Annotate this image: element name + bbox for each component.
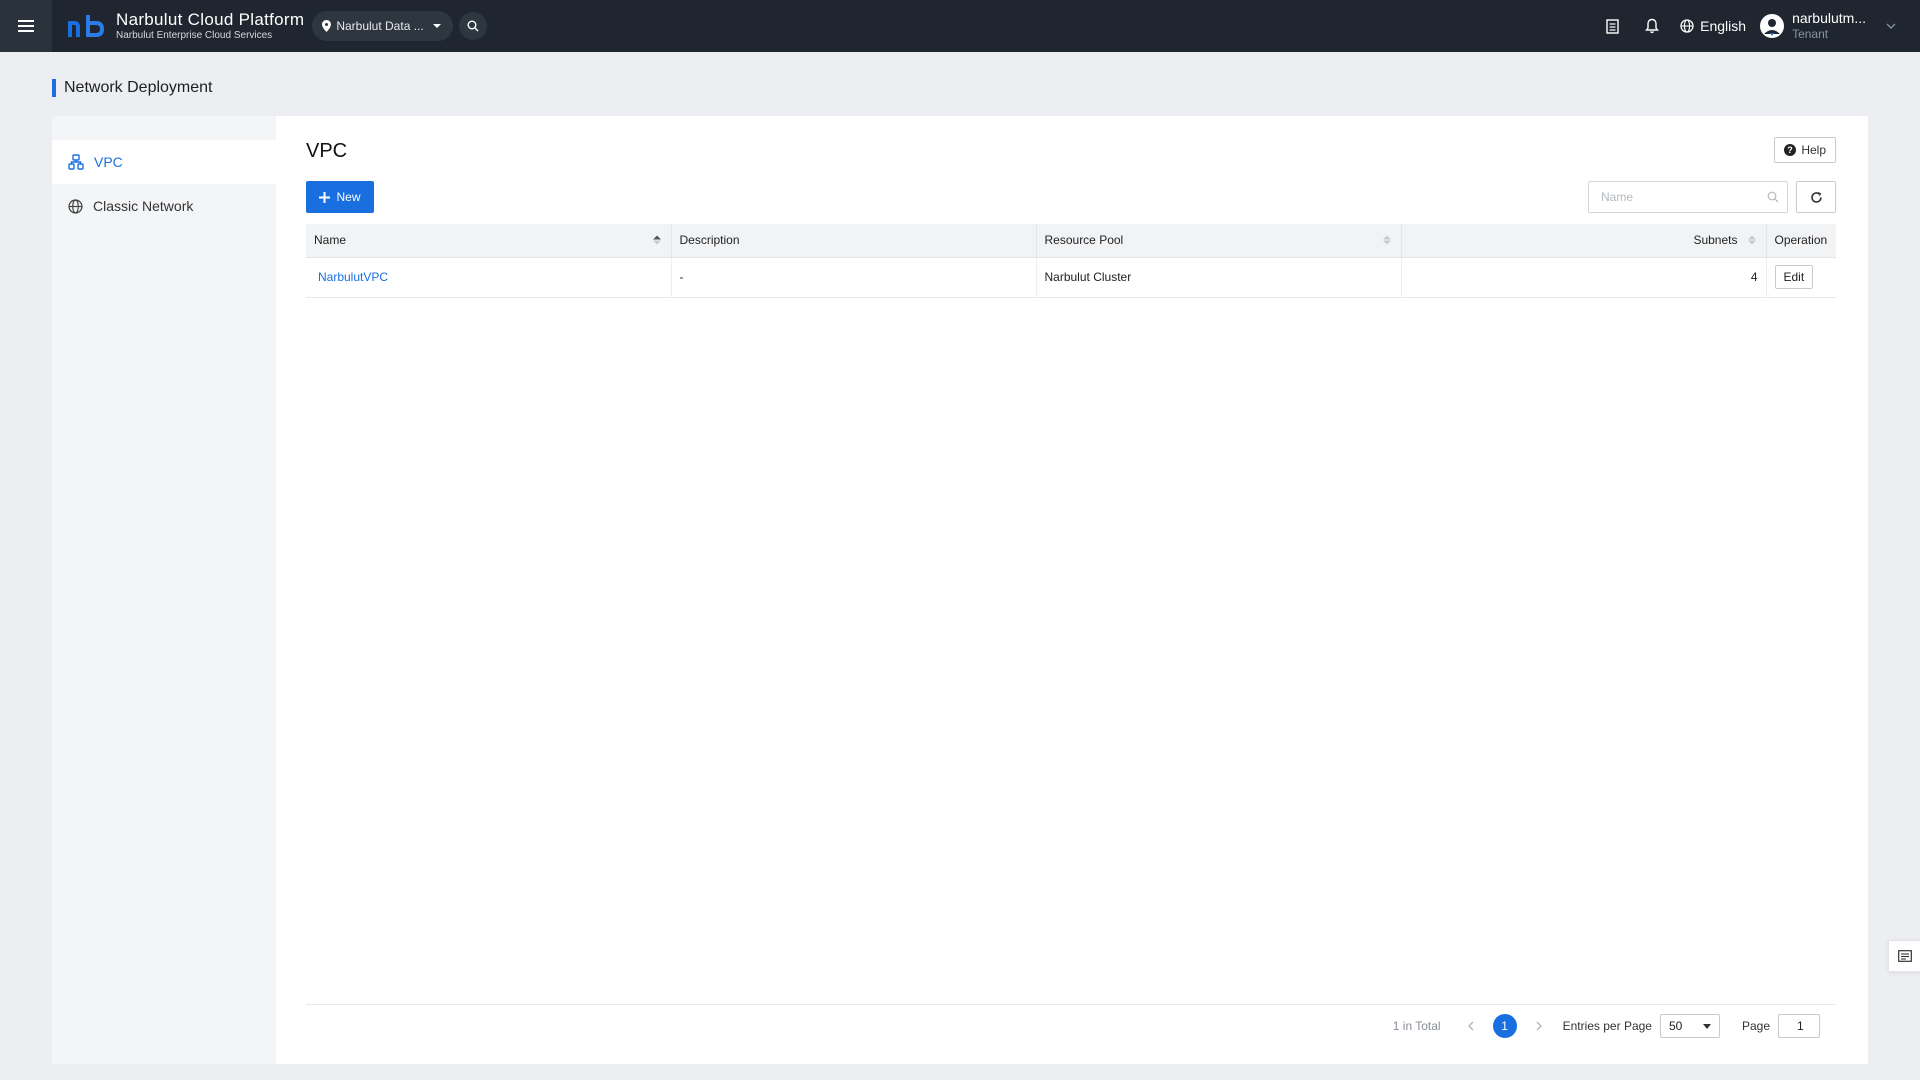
globe-icon [68,198,83,214]
search-box [1588,181,1788,213]
main-panel: VPC Classic Network VPC ? Help New Name … [52,116,1868,1064]
cell-subnets: 4 [1401,257,1767,298]
entries-per-page-label: Entries per Page [1562,1019,1652,1033]
chevron-right-icon [1536,1021,1542,1031]
chevron-left-icon [1467,1021,1474,1031]
brand-subtitle: Narbulut Enterprise Cloud Services [116,30,273,42]
top-right-actions: English narbulutm... Tenant [1592,0,1920,52]
notifications-button[interactable] [1632,0,1672,52]
refresh-icon [1810,191,1822,203]
page-number-button[interactable]: 1 [1492,1014,1517,1038]
next-page-button[interactable] [1529,1021,1549,1031]
vpc-name-link[interactable]: NarbulutVPC [314,270,388,284]
new-vpc-button[interactable]: New [306,181,374,213]
user-role: Tenant [1792,27,1829,42]
user-name: narbulutm... [1792,9,1866,26]
region-label: Narbulut Data ... [336,19,424,33]
global-search-button[interactable] [458,12,487,40]
svg-text:?: ? [1788,145,1794,155]
region-selector[interactable]: Narbulut Data ... [312,11,453,41]
brand-logo[interactable] [66,11,106,41]
sort-icon[interactable] [652,235,661,245]
floating-panel-button[interactable] [1888,940,1920,972]
sort-icon[interactable] [1382,235,1391,245]
total-count: 1 in Total [1392,1019,1441,1033]
caret-down-icon [1702,1023,1711,1029]
sidebar-item-label: VPC [94,154,123,170]
bell-icon [1645,18,1660,34]
table-row: NarbulutVPC - Narbulut Cluster 4 Edit [306,257,1836,298]
question-circle-icon: ? [1784,144,1797,156]
prev-page-button[interactable] [1461,1021,1481,1031]
entries-per-page-select[interactable]: 50 [1659,1014,1720,1038]
sidebar-item-classic-network[interactable]: Classic Network [52,184,276,228]
tickets-button[interactable] [1592,0,1632,52]
side-nav: VPC Classic Network [52,116,276,1064]
plus-icon [319,191,331,203]
search-input[interactable] [1601,190,1767,204]
vpc-table: Name Description Resource Pool Subnets O… [306,224,1836,298]
brand: Narbulut Cloud Platform Narbulut Enterpr… [116,10,304,41]
sidebar-item-label: Classic Network [93,198,194,214]
column-header-name[interactable]: Name [306,224,672,258]
refresh-button[interactable] [1796,181,1836,213]
column-label: Description [679,233,740,248]
search-icon [467,20,479,32]
page-title: Network Deployment [52,79,213,97]
user-avatar-icon [1760,14,1785,38]
user-info: narbulutm... Tenant [1792,10,1866,43]
vpc-network-icon [68,154,84,170]
table-footer: 1 in Total 1 Entries per Page 50 Page [306,1004,1836,1064]
column-label: Resource Pool [1044,233,1124,248]
column-label: Operation [1774,233,1828,248]
user-menu[interactable]: narbulutm... Tenant [1760,10,1896,43]
cell-operation: Edit [1766,257,1836,298]
column-header-subnets[interactable]: Subnets [1401,224,1767,258]
column-label: Name [314,233,347,248]
globe-icon [1680,19,1694,33]
content-area: VPC ? Help New Name Name Description Res… [276,116,1868,1064]
new-label: New [336,190,361,204]
search-icon[interactable] [1767,191,1779,203]
menu-button[interactable] [0,0,52,52]
content-title: VPC [306,140,348,162]
edit-button[interactable]: Edit [1774,265,1814,289]
entries-per-page-value: 50 [1668,1019,1683,1033]
chevron-down-icon [1886,23,1896,29]
cell-description: - [671,257,1037,298]
menu-icon [18,20,34,32]
help-label: Help [1801,143,1826,157]
column-label: Subnets [1693,233,1738,248]
top-bar: Narbulut Cloud Platform Narbulut Enterpr… [0,0,1920,52]
document-list-icon [1605,18,1619,34]
brand-title: Narbulut Cloud Platform [116,10,305,30]
language-label: English [1700,18,1747,34]
cell-name: NarbulutVPC [306,257,672,298]
sort-icon[interactable] [1747,235,1756,245]
cell-resource-pool: Narbulut Cluster [1036,257,1402,298]
page-jump-input[interactable] [1778,1014,1820,1038]
sidebar-item-vpc[interactable]: VPC [52,140,276,184]
column-header-resource-pool[interactable]: Resource Pool [1036,224,1402,258]
column-header-description: Description [671,224,1037,258]
help-button[interactable]: ? Help [1774,137,1836,163]
location-pin-icon [322,20,332,32]
caret-down-icon [432,24,441,28]
table-header-row: Name Description Resource Pool Subnets O… [306,224,1836,258]
language-selector[interactable]: English [1672,18,1760,34]
pagination: 1 in Total 1 Entries per Page 50 Page [1393,1014,1820,1038]
column-header-operation: Operation [1766,224,1836,258]
list-panel-icon [1897,950,1912,962]
page-jump-label: Page [1741,1019,1770,1033]
